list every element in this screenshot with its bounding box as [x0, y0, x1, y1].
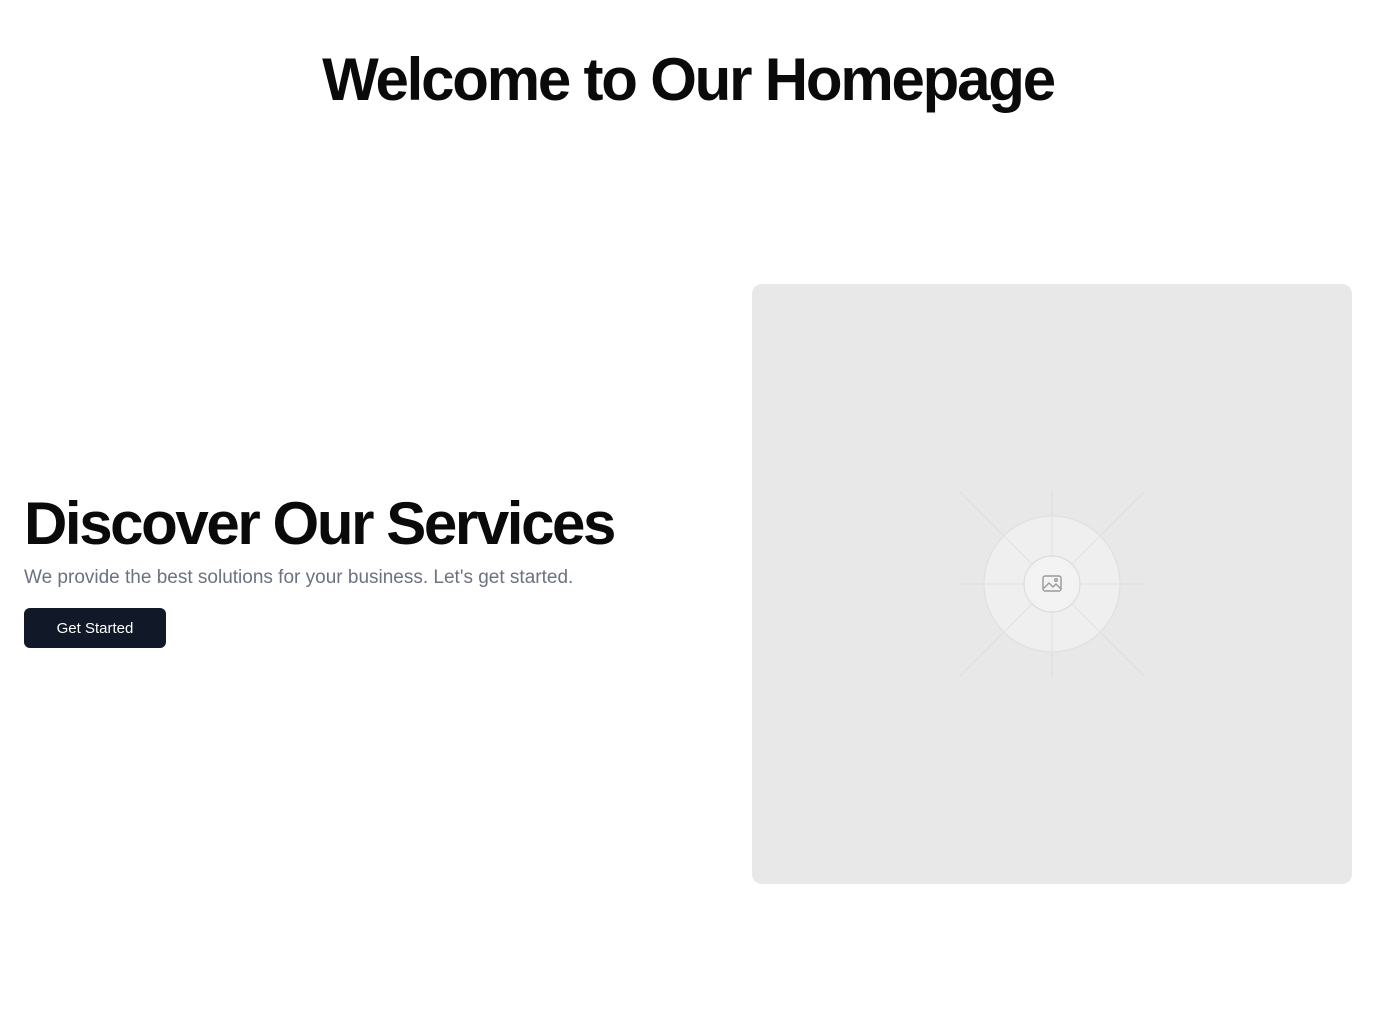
- page: Welcome to Our Homepage Discover Our Ser…: [0, 0, 1376, 1012]
- page-title: Welcome to Our Homepage: [322, 46, 1056, 113]
- get-started-button[interactable]: Get Started: [24, 608, 166, 648]
- hero-text-section: Discover Our Services We provide the bes…: [24, 490, 624, 648]
- hero-heading: Discover Our Services: [24, 490, 616, 557]
- hero-image-placeholder: [752, 284, 1352, 884]
- placeholder-graphic: [959, 491, 1145, 677]
- hero-subtitle: We provide the best solutions for your b…: [24, 567, 574, 588]
- placeholder-inner-circle: [1023, 555, 1081, 613]
